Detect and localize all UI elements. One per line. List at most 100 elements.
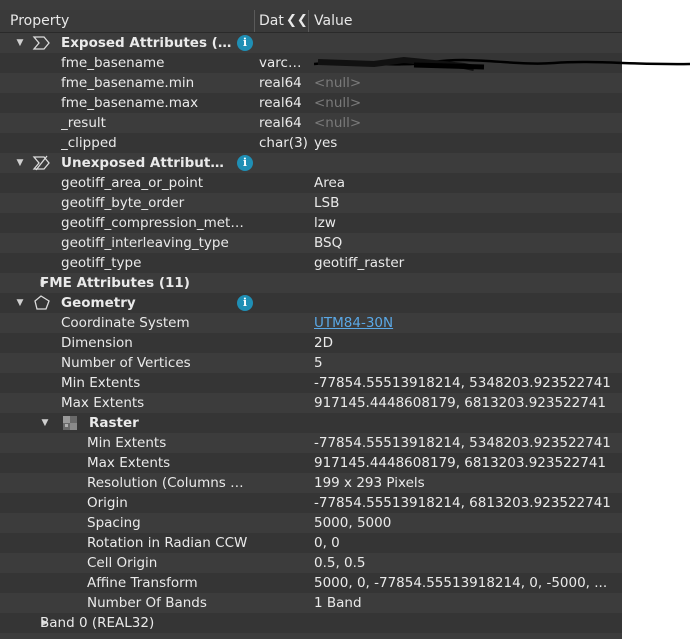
- data-type: real64: [259, 75, 302, 91]
- attribute-value: -77854.55513918214, 5348203.923522741: [314, 375, 611, 391]
- collapse-arrow-icon[interactable]: ▼: [14, 153, 26, 173]
- attribute-value: 5000, 5000: [314, 515, 392, 531]
- attribute-row[interactable]: Affine Transform 5000, 0, -77854.55513918…: [0, 573, 622, 593]
- property-name: Number of Vertices: [61, 355, 191, 371]
- property-name: Coordinate System: [61, 315, 190, 331]
- tree-group-row[interactable]: ▼ Geometry i: [0, 293, 622, 313]
- attribute-value: lzw: [314, 215, 336, 231]
- property-column-header[interactable]: Property: [10, 10, 69, 32]
- attribute-row[interactable]: Spacing 5000, 5000: [0, 513, 622, 533]
- data-type-column-header[interactable]: Dat: [259, 10, 284, 32]
- property-name: geotiff_area_or_point: [61, 175, 204, 191]
- attribute-row[interactable]: Number Of Bands 1 Band: [0, 593, 622, 613]
- geometry-icon: [32, 295, 52, 311]
- property-name: geotiff_type: [61, 255, 142, 271]
- property-name: geotiff_compression_meth...: [61, 215, 250, 231]
- data-type: real64: [259, 95, 302, 111]
- attribute-row[interactable]: Coordinate System UTM84-30N: [0, 313, 622, 333]
- attribute-row[interactable]: Cell Origin 0.5, 0.5: [0, 553, 622, 573]
- attribute-value: 5: [314, 355, 323, 371]
- attribute-row[interactable]: geotiff_byte_order LSB: [0, 193, 622, 213]
- property-name: Dimension: [61, 335, 133, 351]
- property-name: geotiff_byte_order: [61, 195, 185, 211]
- property-name: Resolution (Columns x ...: [87, 475, 250, 491]
- info-icon[interactable]: i: [237, 155, 253, 171]
- column-divider[interactable]: [254, 10, 255, 32]
- info-icon[interactable]: i: [237, 35, 253, 51]
- property-name: Spacing: [87, 515, 141, 531]
- attribute-row[interactable]: Resolution (Columns x ... 199 x 293 Pixel…: [0, 473, 622, 493]
- collapse-arrow-icon[interactable]: ▼: [14, 33, 26, 53]
- attribute-row[interactable]: geotiff_area_or_point Area: [0, 173, 622, 193]
- attribute-value: 917145.4448608179, 6813203.923522741: [314, 455, 607, 471]
- attribute-value: -77854.55513918214, 6813203.923522741: [314, 495, 611, 511]
- attribute-row[interactable]: _result real64 <null>: [0, 113, 622, 133]
- property-name: Raster: [89, 415, 139, 431]
- attribute-row[interactable]: ▶ Band 0 (REAL32): [0, 613, 622, 633]
- property-name: Min Extents: [61, 375, 141, 391]
- property-name: Cell Origin: [87, 555, 158, 571]
- collapse-arrow-icon[interactable]: ▼: [39, 413, 51, 433]
- value-column-header[interactable]: Value: [314, 10, 352, 32]
- property-name: Unexposed Attributes...: [61, 155, 232, 171]
- attribute-value: 1 Band: [314, 595, 362, 611]
- property-name: _clipped: [61, 135, 117, 151]
- attribute-value: -77854.55513918214, 5348203.923522741: [314, 435, 611, 451]
- exposed-attributes-icon: [32, 35, 52, 51]
- tree-group-row[interactable]: ▼ Raster: [0, 413, 622, 433]
- attribute-row[interactable]: geotiff_compression_meth... lzw: [0, 213, 622, 233]
- attribute-row[interactable]: geotiff_type geotiff_raster: [0, 253, 622, 273]
- tree-group-row[interactable]: ▼ Unexposed Attributes... i: [0, 153, 622, 173]
- unexposed-attributes-icon: [32, 155, 52, 171]
- property-name: Origin: [87, 495, 128, 511]
- attribute-value: 5000, 0, -77854.55513918214, 0, -5000, .…: [314, 575, 608, 591]
- attribute-row[interactable]: geotiff_interleaving_type BSQ: [0, 233, 622, 253]
- attribute-value: 917145.4448608179, 6813203.923522741: [314, 395, 607, 411]
- attribute-value: BSQ: [314, 235, 343, 251]
- attribute-value: 2D: [314, 335, 333, 351]
- property-name: Exposed Attributes (5): [61, 35, 232, 51]
- property-name: FME Attributes (11): [40, 275, 190, 291]
- attribute-row[interactable]: Max Extents 917145.4448608179, 6813203.92…: [0, 393, 622, 413]
- attribute-row[interactable]: Dimension 2D: [0, 333, 622, 353]
- feature-information-panel: Property Dat ❮❮ Value ▼ Exposed Attribute…: [0, 0, 622, 639]
- attribute-value: 0.5, 0.5: [314, 555, 366, 571]
- collapse-column-icon[interactable]: ❮❮: [286, 10, 308, 32]
- attribute-value: 0, 0: [314, 535, 340, 551]
- data-type: char(3): [259, 135, 308, 151]
- info-icon[interactable]: i: [237, 295, 253, 311]
- coordinate-system-link[interactable]: UTM84-30N: [314, 313, 614, 333]
- attribute-row[interactable]: Min Extents -77854.55513918214, 5348203.9…: [0, 373, 622, 393]
- property-name: fme_basename: [61, 55, 165, 71]
- property-name: geotiff_interleaving_type: [61, 235, 229, 251]
- attribute-value: geotiff_raster: [314, 255, 405, 271]
- data-type: varch...: [259, 55, 309, 71]
- property-name: Geometry: [61, 295, 136, 311]
- column-divider[interactable]: [308, 10, 309, 32]
- tree-group-row[interactable]: ▶ FME Attributes (11): [0, 273, 622, 293]
- attribute-value: <null>: [314, 95, 362, 111]
- raster-icon: [62, 415, 82, 431]
- collapse-arrow-icon[interactable]: ▼: [14, 293, 26, 313]
- attribute-row[interactable]: Number of Vertices 5: [0, 353, 622, 373]
- property-name: Max Extents: [87, 455, 171, 471]
- property-name: Rotation in Radian CCW: [87, 535, 248, 551]
- attribute-value: LSB: [314, 195, 340, 211]
- property-name: Band 0 (REAL32): [40, 615, 155, 631]
- attribute-value: Area: [314, 175, 346, 191]
- attribute-row[interactable]: Rotation in Radian CCW 0, 0: [0, 533, 622, 553]
- attribute-row[interactable]: Max Extents 917145.4448608179, 6813203.92…: [0, 453, 622, 473]
- attribute-row[interactable]: Min Extents -77854.55513918214, 5348203.9…: [0, 433, 622, 453]
- property-name: Number Of Bands: [87, 595, 207, 611]
- attribute-value: yes: [314, 135, 338, 151]
- column-header-bar: Property Dat ❮❮ Value: [0, 10, 622, 33]
- tree-group-row[interactable]: ▼ Exposed Attributes (5) i: [0, 33, 622, 53]
- redaction-scribble: [314, 56, 690, 71]
- attribute-row[interactable]: _clipped char(3) yes: [0, 133, 622, 153]
- attribute-row[interactable]: Origin -77854.55513918214, 6813203.923522…: [0, 493, 622, 513]
- property-name: Affine Transform: [87, 575, 198, 591]
- property-name: fme_basename.max: [61, 95, 199, 111]
- attribute-value: 199 x 293 Pixels: [314, 475, 425, 491]
- attribute-row[interactable]: fme_basename.max real64 <null>: [0, 93, 622, 113]
- property-name: fme_basename.min: [61, 75, 195, 91]
